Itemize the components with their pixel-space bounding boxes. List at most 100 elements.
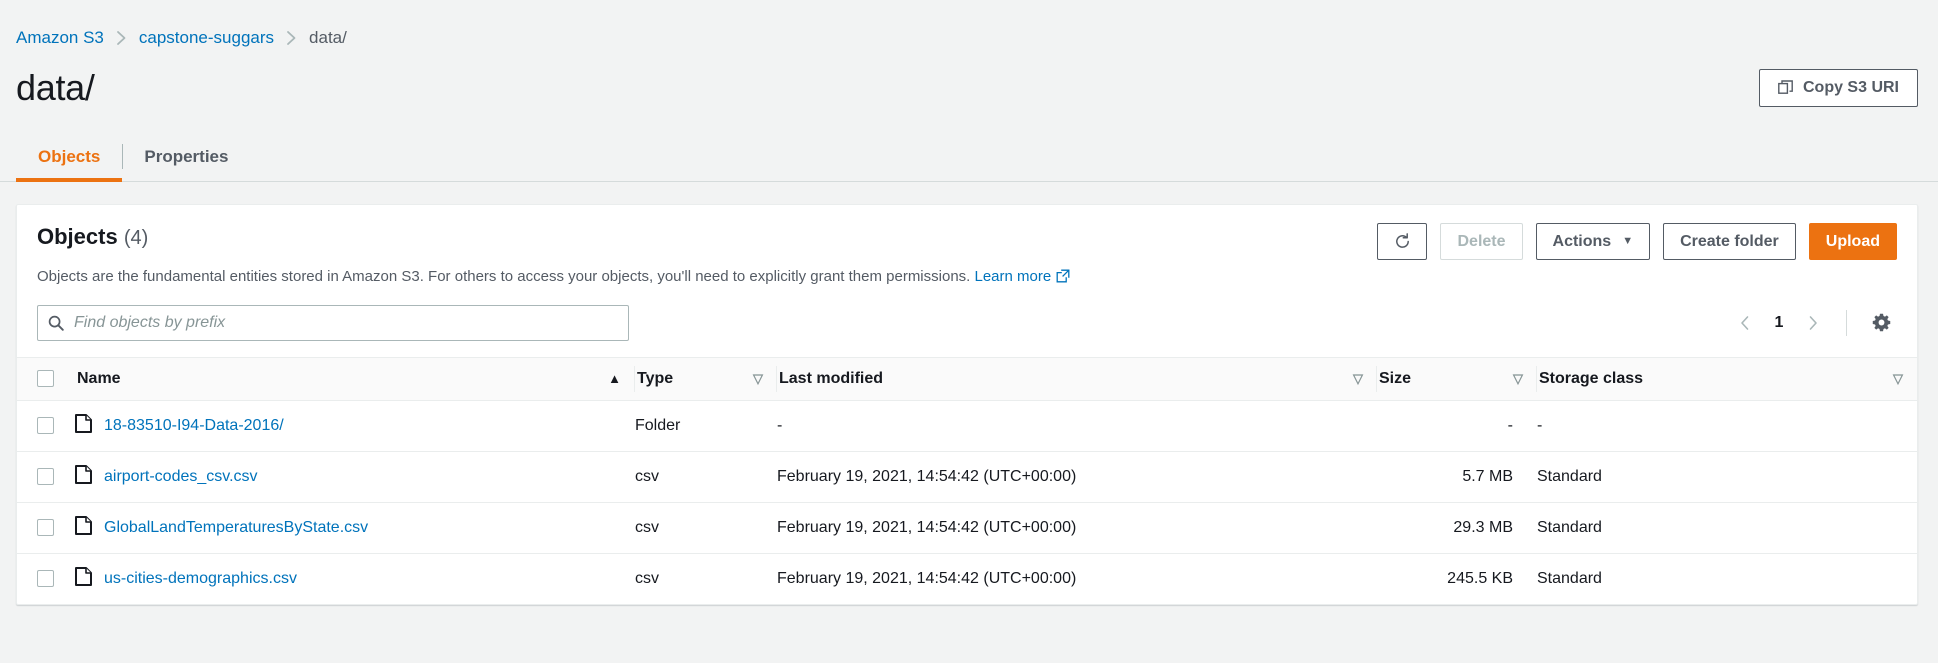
select-all-header [17,356,75,401]
actions-label: Actions [1552,232,1612,250]
actions-button[interactable]: Actions ▼ [1535,223,1651,260]
copy-s3-uri-button[interactable]: Copy S3 URI [1758,69,1918,107]
external-link-icon [1056,269,1070,283]
row-type-cell: Folder [635,400,777,452]
column-header-last-modified[interactable]: Last modified ▽ [777,356,1377,401]
row-name-cell: airport-codes_csv.csv [75,451,635,503]
row-checkbox[interactable] [37,519,54,536]
tab-objects-label: Objects [38,146,101,166]
row-storage-class-cell: - [1537,400,1917,452]
row-name-cell: GlobalLandTemperaturesByState.csv [75,502,635,554]
row-checkbox[interactable] [37,468,54,485]
pagination-next-button[interactable] [1798,308,1828,338]
row-storage-class-cell: Standard [1537,502,1917,554]
file-icon [75,515,92,540]
row-storage-class-cell: Standard [1537,451,1917,503]
sort-icon[interactable]: ▽ [1893,371,1903,387]
column-header-size-label: Size [1379,369,1412,387]
object-link[interactable]: 18-83510-I94-Data-2016/ [104,417,284,435]
create-folder-label: Create folder [1680,232,1779,250]
row-size-cell: 29.3 MB [1377,502,1537,554]
folder-icon [75,413,92,438]
breadcrumb-item-current: data/ [309,28,347,47]
refresh-icon [1394,233,1411,250]
search-objects-box[interactable] [37,304,629,341]
row-checkbox[interactable] [37,570,54,587]
upload-button[interactable]: Upload [1808,223,1897,260]
column-header-type[interactable]: Type ▽ [635,356,777,401]
select-all-checkbox[interactable] [37,370,54,387]
chevron-right-icon [286,30,297,46]
pagination-prev-button[interactable] [1730,308,1760,338]
row-select-cell [17,400,75,452]
sort-icon[interactable]: ▽ [1353,371,1363,387]
tab-properties[interactable]: Properties [122,132,250,181]
row-type-cell: csv [635,569,659,587]
column-header-storage-class-label: Storage class [1539,369,1644,387]
objects-panel-actions: Delete Actions ▼ Create folder Upload [1377,223,1897,260]
object-link[interactable]: airport-codes_csv.csv [104,468,258,486]
breadcrumb: Amazon S3 capstone-suggars data/ [0,0,1938,52]
row-last-modified-cell: February 19, 2021, 14:54:42 (UTC+00:00) [777,451,1377,503]
table-preferences-button[interactable] [1865,307,1897,339]
column-header-type-label: Type [637,369,674,387]
file-icon [75,566,92,591]
objects-count: (4) [123,227,149,249]
refresh-button[interactable] [1377,223,1428,260]
pagination-page-1[interactable]: 1 [1766,314,1792,332]
page-title: data/ [16,67,95,109]
create-folder-button[interactable]: Create folder [1663,223,1796,260]
row-size-cell: 245.5 KB [1447,569,1513,587]
row-type-cell: csv [635,451,777,503]
row-type-cell: csv [635,502,777,554]
tab-properties-label: Properties [144,146,229,166]
objects-table: Name ▲ Type ▽ Last modified ▽ Size ▽ Sto… [17,356,1917,604]
row-last-modified-cell: February 19, 2021, 14:54:42 (UTC+00:00) [777,569,1077,587]
sort-ascending-icon[interactable]: ▲ [608,371,621,386]
row-name-cell: us-cities-demographics.csv [75,553,635,604]
learn-more-link[interactable]: Learn more [975,268,1052,285]
object-link[interactable]: us-cities-demographics.csv [104,570,297,588]
copy-icon [1778,80,1794,96]
objects-table-body: 18-83510-I94-Data-2016/ Folder - - - air… [17,400,1917,604]
delete-button[interactable]: Delete [1440,223,1523,260]
row-select-cell [17,502,75,554]
column-header-size[interactable]: Size ▽ [1377,356,1537,401]
row-storage-class-cell: Standard [1537,569,1602,587]
upload-label: Upload [1825,232,1880,250]
table-row[interactable]: airport-codes_csv.csv csv February 19, 2… [17,451,1917,503]
pagination: 1 [1730,307,1897,339]
column-header-last-modified-label: Last modified [779,369,884,387]
delete-label: Delete [1457,232,1506,250]
object-link[interactable]: GlobalLandTemperaturesByState.csv [104,519,368,537]
column-header-storage-class[interactable]: Storage class ▽ [1537,356,1917,401]
file-icon [75,464,92,489]
column-header-name-label: Name [77,369,121,387]
sort-icon[interactable]: ▽ [1513,371,1523,387]
sort-icon[interactable]: ▽ [753,371,763,387]
tab-objects[interactable]: Objects [16,132,123,182]
page-header: data/ Copy S3 URI [0,52,1938,114]
row-checkbox[interactable] [37,417,54,434]
row-size-cell: 5.7 MB [1377,451,1537,503]
objects-description: Objects are the fundamental entities sto… [17,260,1917,289]
breadcrumb-item-bucket[interactable]: capstone-suggars [139,28,274,48]
row-select-cell [17,451,75,503]
row-last-modified-cell: - [777,400,1377,452]
objects-heading-text: Objects [37,224,118,249]
row-name-cell: 18-83510-I94-Data-2016/ [75,400,635,452]
row-size-cell: - [1377,400,1537,452]
row-last-modified-cell: February 19, 2021, 14:54:42 (UTC+00:00) [777,502,1377,554]
breadcrumb-item-amazon-s3[interactable]: Amazon S3 [16,28,104,48]
objects-heading: Objects (4) [37,223,148,252]
objects-panel-header: Objects (4) Delete Actions ▼ Create fold… [17,205,1917,260]
table-row[interactable]: us-cities-demographics.csv csv February … [17,553,1917,604]
table-row[interactable]: GlobalLandTemperaturesByState.csv csv Fe… [17,502,1917,554]
search-icon [48,315,64,331]
chevron-right-icon [116,30,127,46]
table-row[interactable]: 18-83510-I94-Data-2016/ Folder - - - [17,400,1917,452]
row-select-cell [17,553,75,604]
search-input[interactable] [74,313,618,332]
column-header-name[interactable]: Name ▲ [75,356,635,401]
filter-row: 1 [17,289,1917,357]
